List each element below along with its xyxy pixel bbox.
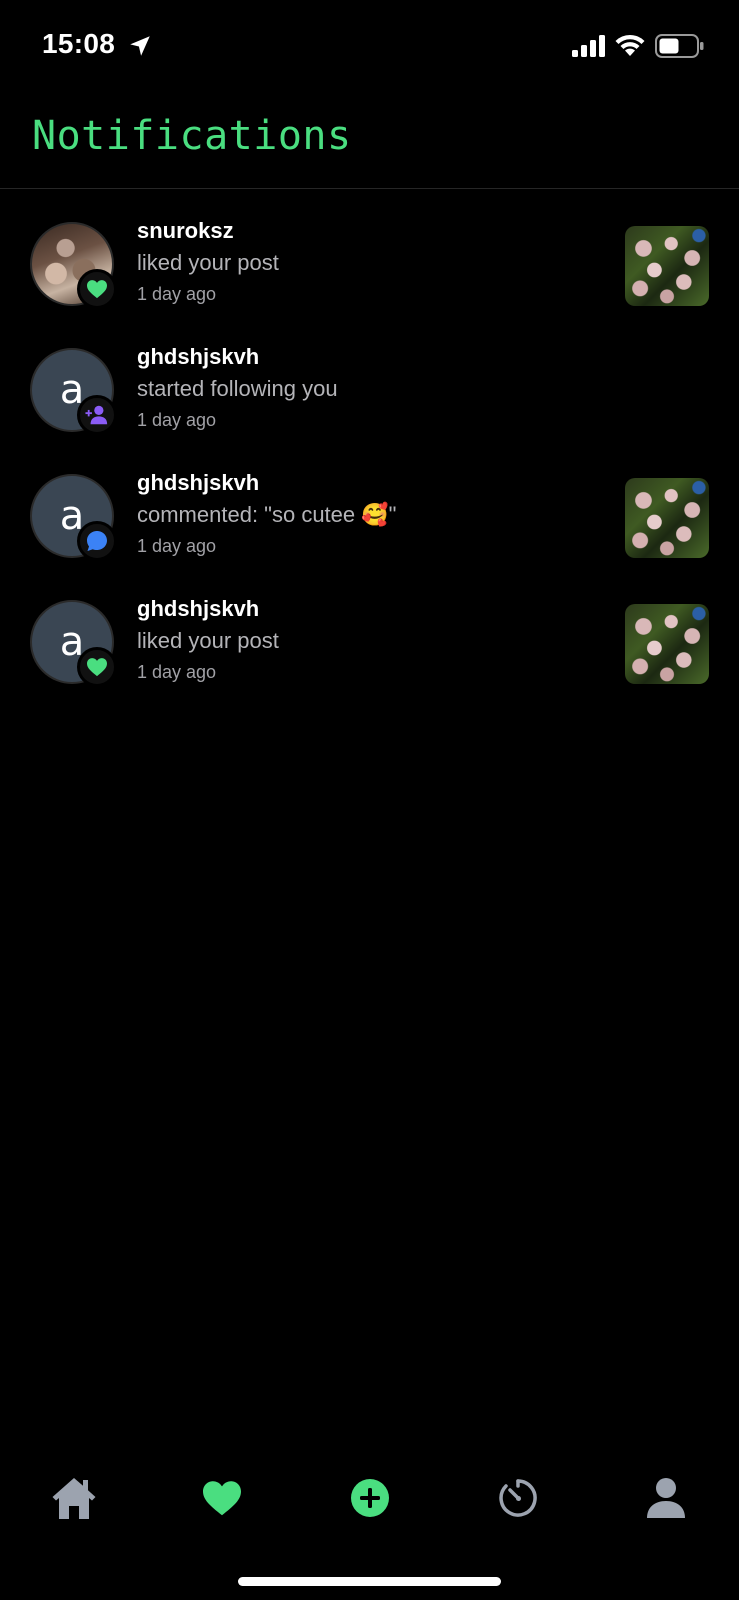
avatar-container[interactable]: a [30, 474, 117, 561]
tab-profile[interactable] [636, 1470, 696, 1526]
profile-icon [647, 1478, 685, 1518]
location-arrow-icon [130, 36, 150, 56]
status-bar: 15:08 [0, 0, 739, 90]
notification-action: commented: "so cutee 🥰" [137, 502, 397, 527]
notification-text: ghdshjskvh started following you 1 day a… [137, 342, 597, 434]
notification-list: snuroksz liked your post 1 day ago a ghd… [0, 189, 739, 693]
notification-time: 1 day ago [137, 662, 217, 682]
home-icon [52, 1478, 96, 1519]
post-thumbnail[interactable] [625, 226, 709, 306]
notification-item[interactable]: a ghdshjskvh liked your post 1 day ago [0, 567, 739, 693]
notification-action: liked your post [137, 628, 279, 653]
notification-item[interactable]: a ghdshjskvh commented: "so cutee 🥰" 1 d… [0, 441, 739, 567]
avatar-container[interactable] [30, 222, 117, 309]
avatar-container[interactable]: a [30, 348, 117, 435]
notification-action: started following you [137, 376, 338, 401]
tab-timer[interactable] [488, 1470, 548, 1526]
timer-icon [499, 1479, 537, 1517]
notification-text: ghdshjskvh liked your post 1 day ago [137, 594, 597, 686]
notification-time: 1 day ago [137, 284, 217, 304]
post-thumbnail[interactable] [625, 478, 709, 558]
avatar-container[interactable]: a [30, 600, 117, 687]
notification-time: 1 day ago [137, 536, 217, 556]
add-circle-icon [351, 1479, 389, 1517]
notification-text: snuroksz liked your post 1 day ago [137, 216, 597, 308]
tab-bar [0, 1470, 739, 1530]
notification-time: 1 day ago [137, 410, 217, 430]
comment-icon [87, 531, 107, 551]
heart-icon [203, 1481, 241, 1516]
follow-badge [77, 395, 117, 435]
home-indicator[interactable] [238, 1577, 501, 1586]
post-thumbnail[interactable] [625, 604, 709, 684]
heart-icon [87, 280, 107, 299]
page-title: Notifications [32, 113, 352, 159]
comment-badge [77, 521, 117, 561]
battery-icon [655, 34, 704, 58]
username[interactable]: ghdshjskvh [137, 468, 597, 498]
username[interactable]: snuroksz [137, 216, 597, 246]
like-badge [77, 269, 117, 309]
status-time: 15:08 [42, 28, 116, 59]
username[interactable]: ghdshjskvh [137, 594, 597, 624]
signal-icon [572, 35, 605, 57]
wifi-icon [615, 34, 645, 56]
notification-text: ghdshjskvh commented: "so cutee 🥰" 1 day… [137, 468, 597, 560]
heart-icon [87, 658, 107, 677]
add-user-icon [85, 405, 108, 425]
tab-activity[interactable] [192, 1470, 252, 1526]
notification-item[interactable]: snuroksz liked your post 1 day ago [0, 189, 739, 315]
notification-item[interactable]: a ghdshjskvh started following you 1 day… [0, 315, 739, 441]
like-badge [77, 647, 117, 687]
tab-home[interactable] [44, 1470, 104, 1526]
username[interactable]: ghdshjskvh [137, 342, 597, 372]
tab-create[interactable] [340, 1470, 400, 1526]
notification-action: liked your post [137, 250, 279, 275]
